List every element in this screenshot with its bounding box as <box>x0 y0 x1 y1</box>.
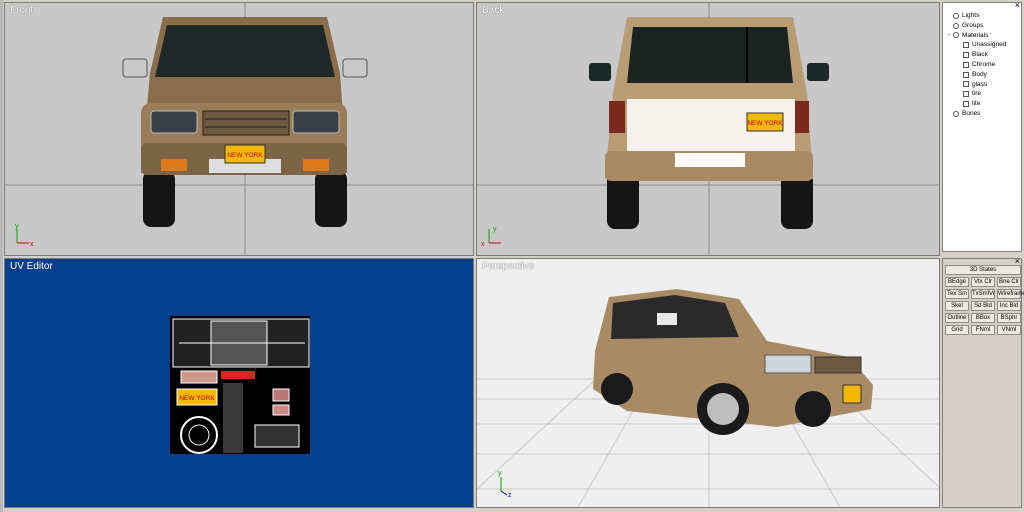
viewport-title-back: Back <box>482 5 505 16</box>
tree-item-materials[interactable]: − Materials <box>947 31 1006 41</box>
state-button-sd-bld[interactable]: Sd Bld <box>971 301 995 311</box>
state-button-skel[interactable]: Skel <box>945 301 969 311</box>
tree-item-label: glass <box>972 80 988 88</box>
left-edge-strip <box>0 0 3 512</box>
uv-license-plate: NEW YORK <box>179 395 215 402</box>
tree-item-label: Lights <box>962 12 980 19</box>
tree-item-label: tire <box>972 90 982 98</box>
svg-text:x: x <box>30 241 34 248</box>
svg-text:x: x <box>481 241 485 248</box>
tree-item-label: lite <box>972 100 981 108</box>
scene-tree-panel: × Lights Groups − Materials Unassigned Black C… <box>942 0 1022 252</box>
state-button-outline[interactable]: Outline <box>945 313 969 323</box>
front-view-render: NEW YORK x y <box>5 3 473 255</box>
state-button-tex-sm[interactable]: Tex Sm <box>945 289 969 299</box>
state-button-bedge[interactable]: BEdge <box>945 277 969 287</box>
material-swatch-icon <box>963 101 969 108</box>
material-icon <box>953 32 959 39</box>
state-button-fnml[interactable]: FNml <box>971 325 995 335</box>
back-view-render: NEW YORK x y <box>477 3 939 255</box>
perspective-viewport[interactable]: Perspective y z <box>476 258 940 508</box>
bone-icon <box>953 110 959 117</box>
tree-item-chrome[interactable]: Chrome <box>947 60 1006 70</box>
state-button-bbox[interactable]: BBox <box>971 313 995 323</box>
state-button-bsphr[interactable]: BSphr <box>997 313 1021 323</box>
render-states-panel: × 3D States BEdge Vtx Clr Bne Clr Tex Sm TxSm… <box>942 256 1024 508</box>
viewport-title-front: Front <box>10 5 34 16</box>
uv-texture-map: NEW YORK <box>170 316 310 454</box>
uv-editor-viewport[interactable]: UV Editor NEW YORK <box>4 258 474 508</box>
material-swatch-icon <box>963 91 969 98</box>
viewport-title-uv: UV Editor <box>10 261 53 272</box>
tree-item-label: Groups <box>962 21 984 29</box>
material-swatch-icon <box>963 61 969 68</box>
svg-text:y: y <box>15 223 19 230</box>
tree-item-unassigned[interactable]: Unassigned <box>947 40 1006 50</box>
tree-item-label: Bones <box>962 109 981 117</box>
tree-item-label: Body <box>972 70 987 78</box>
state-button-wireframe[interactable]: Wireframe <box>997 289 1024 299</box>
front-viewport[interactable]: Front NEW YORK x y <box>4 2 474 256</box>
material-swatch-icon <box>963 42 969 49</box>
material-swatch-icon <box>963 52 969 59</box>
state-button-inc-bld[interactable]: Inc Bld <box>997 301 1021 311</box>
state-button-vnml[interactable]: VNml <box>997 325 1021 335</box>
group-icon <box>953 22 959 29</box>
tree-item-label: Materials <box>962 31 989 39</box>
state-button-bne-clr[interactable]: Bne Clr <box>997 277 1021 287</box>
back-viewport[interactable]: Back NEW YORK x y <box>476 2 940 256</box>
tree-item-tire[interactable]: tire <box>947 89 1006 99</box>
material-swatch-icon <box>963 81 969 88</box>
perspective-render: y z <box>477 289 939 507</box>
svg-text:y: y <box>493 226 497 233</box>
tree-item-lights[interactable]: Lights <box>947 11 1006 21</box>
tree-item-groups[interactable]: Groups <box>947 21 1006 31</box>
tree-item-label: Unassigned <box>972 41 1007 49</box>
tree-item-black[interactable]: Black <box>947 50 1006 60</box>
close-tree-panel-button[interactable]: × <box>1015 0 1020 10</box>
front-license-plate: NEW YORK <box>227 152 263 159</box>
state-button-txsmlvr[interactable]: TxSmlVr <box>971 289 995 299</box>
tree-item-label: Chrome <box>972 60 996 68</box>
tree-item-lite[interactable]: lite <box>947 99 1006 109</box>
scene-tree: Lights Groups − Materials Unassigned Black Chr… <box>947 11 1006 119</box>
svg-text:y: y <box>498 470 502 477</box>
light-icon <box>953 12 959 19</box>
tree-item-body[interactable]: Body <box>947 70 1006 80</box>
states-header-button[interactable]: 3D States <box>945 265 1021 275</box>
state-button-grid[interactable]: Grid <box>945 325 969 335</box>
tree-item-label: Black <box>972 51 988 59</box>
tree-item-glass[interactable]: glass <box>947 80 1006 90</box>
material-swatch-icon <box>963 71 969 78</box>
back-license-plate: NEW YORK <box>747 120 783 127</box>
tree-item-bones[interactable]: Bones <box>947 109 1006 119</box>
viewport-title-perspective: Perspective <box>482 261 535 272</box>
svg-text:z: z <box>508 492 512 499</box>
state-button-vtx-clr[interactable]: Vtx Clr <box>971 277 995 287</box>
